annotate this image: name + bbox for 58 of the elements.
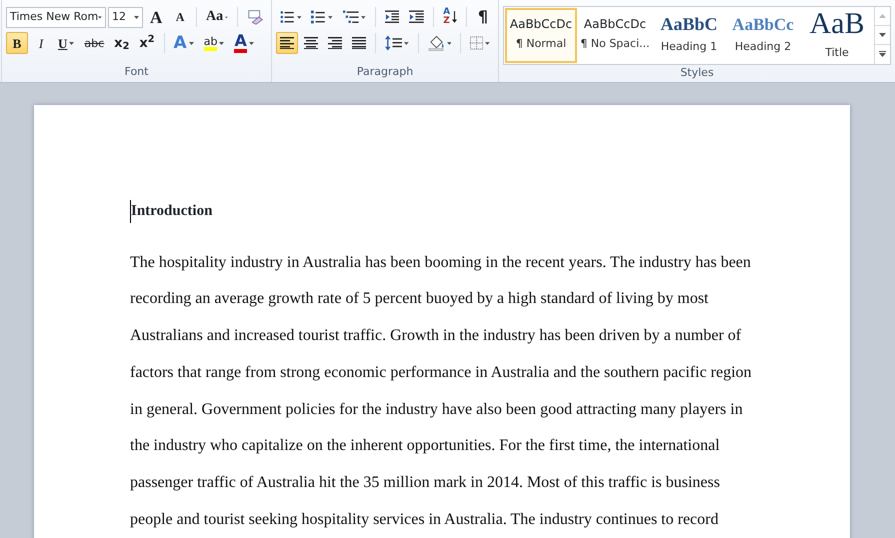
underline-button[interactable]: U [54,32,78,54]
sort-button[interactable]: A Z [439,6,462,28]
more-styles-icon [879,51,886,58]
align-left-button[interactable] [276,32,298,54]
caret-icon [188,42,194,44]
caret-icon [219,42,224,44]
increase-indent-icon [409,10,424,24]
font-color-button[interactable]: A [230,32,258,54]
body-paragraph: The hospitality industry in Australia has been booming in the recent years. The industry has been recording an average growth rate of 5 percent buoyed by a high standard of living by most Australians and increased tourist traffic. Growth in the industry has been driven by a number of factors that range from strong economic performance in Australia and the southern pacific region in general. Government policies for the industry have also been good attracting many players in the industry who capitalize on the inherent opportunities. For the first time, the international passenger traffic of Australia hit the 35 million mark in 2014. Most of this traffic is business people and tourist seeking hospitality services in Australia. The industry continues to record [130,252,753,530]
font-size-field[interactable]: 12 [108,6,144,28]
superscript-button[interactable]: x$^{2}$ [135,32,159,54]
change-case-button[interactable]: Aa [202,6,232,28]
subscript-button[interactable]: x$_{2}$ [110,32,134,54]
document-heading: Introduction [130,200,754,222]
eraser-icon [246,9,263,25]
group-label: Styles [679,64,715,80]
caret-icon [98,16,102,18]
text-effects-button[interactable]: A [170,32,198,54]
grow-font-button[interactable]: A [145,6,168,28]
caret-icon [446,42,452,44]
down-arrow-icon [452,10,458,24]
paint-bucket-icon [428,35,445,51]
bullet-list-icon [280,10,295,24]
align-center-icon [304,37,318,49]
group-label: Font [124,64,150,80]
line-spacing-icon [384,35,402,51]
style-option[interactable]: AaBbCc Heading 2 [727,8,799,62]
decrease-indent-icon [384,10,400,24]
show-formatting-button[interactable]: ¶ [472,6,494,28]
style-option[interactable]: AaBbCcDc ¶ Normal [505,8,577,62]
caret-icon [328,16,333,18]
caret-icon [248,42,254,44]
style-option[interactable]: AaB Title [801,8,873,62]
caret-icon [225,16,228,18]
style-option[interactable]: AaBbC Heading 1 [653,8,725,62]
scroll-up-icon [879,14,886,18]
caret-icon [296,16,302,18]
caret-icon [485,42,490,44]
font-name-field[interactable]: Times New Rom [6,6,106,28]
caret-icon [134,16,140,18]
group-label: Paragraph [356,64,414,80]
caret-icon [404,42,409,44]
caret-icon [361,16,366,18]
strikethrough-button[interactable]: abc [80,32,108,54]
caret-icon [69,42,74,44]
sort-glyph-icon: A Z [443,8,450,26]
style-option[interactable]: AaBbCcDc ¶ No Spaci... [579,8,651,62]
justify-icon [352,37,366,49]
multilevel-list-icon [342,10,360,24]
bold-button[interactable]: B [6,32,28,54]
align-left-icon [280,37,294,49]
shrink-font-button[interactable]: A [169,6,192,28]
highlight-button[interactable]: ab [200,32,228,54]
italic-button[interactable]: I [30,32,52,54]
borders-icon [470,36,484,50]
scroll-down-icon [879,33,886,38]
align-right-icon [328,37,342,49]
numbered-list-icon [311,10,326,24]
